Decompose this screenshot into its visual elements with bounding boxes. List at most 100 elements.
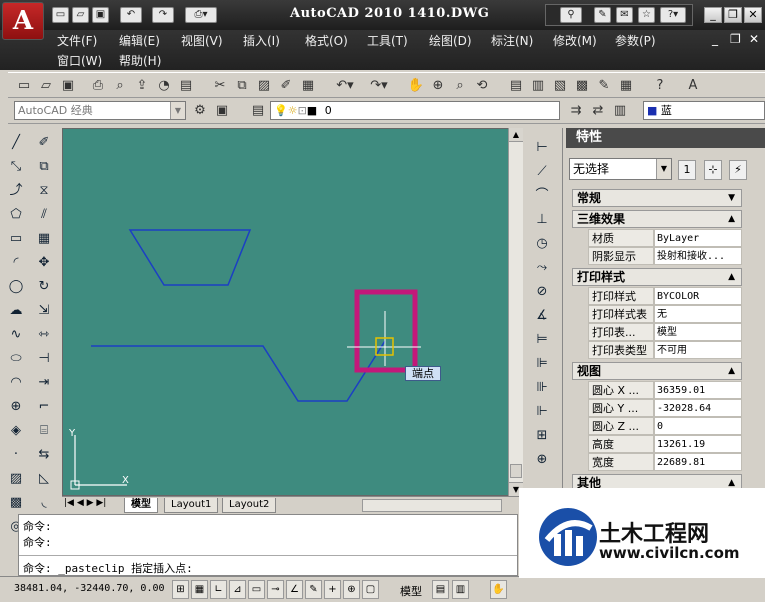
quick-select-icon[interactable]: ⚡ — [729, 160, 747, 180]
match-properties-icon[interactable]: ✐ — [276, 76, 296, 96]
continue-icon[interactable]: ⊪ — [532, 378, 552, 398]
prop-row-plot-style[interactable]: 打印样式 BYCOLOR — [588, 287, 742, 305]
construction-line-icon[interactable]: ⤡ — [6, 157, 26, 177]
model-space-label[interactable]: 模型 — [400, 583, 422, 599]
make-current-layer-icon[interactable]: ⇉ — [566, 101, 586, 121]
command-prompt[interactable]: 命令: _pasteclip 指定插入点: — [23, 560, 193, 576]
doc-restore-button[interactable]: ❐ — [730, 32, 741, 46]
dynamic-input-icon[interactable]: ✎ — [305, 580, 322, 599]
quick-view-layouts-icon[interactable]: ▤ — [432, 580, 449, 599]
zoom-window-icon[interactable]: ⌕ — [450, 76, 470, 96]
fillet-icon[interactable]: ◟ — [34, 493, 54, 513]
drawing-canvas[interactable]: Y X 端点 — [62, 128, 523, 496]
undo-icon[interactable]: ↶ — [120, 7, 142, 23]
quickcalc-icon[interactable]: ▦ — [616, 76, 636, 96]
tolerance-icon[interactable]: ⊞ — [532, 426, 552, 446]
sheet-set-manager-icon[interactable]: ▩ — [572, 76, 592, 96]
quick-dimension-icon[interactable]: ⊨ — [532, 330, 552, 350]
make-block-icon[interactable]: ◈ — [6, 421, 26, 441]
scroll-thumb[interactable] — [510, 464, 522, 478]
key-icon[interactable]: ✎ — [594, 7, 611, 23]
horizontal-scrollbar[interactable] — [362, 499, 502, 512]
layer-properties-icon[interactable]: ▤ — [248, 101, 268, 121]
prop-row-plot-table-type[interactable]: 打印表类型 不可用 — [588, 341, 742, 359]
chamfer-icon[interactable]: ◺ — [34, 469, 54, 489]
redo-icon[interactable]: ↷ — [152, 7, 174, 23]
grid-display-icon[interactable]: ▦ — [191, 580, 208, 599]
menu-dimension[interactable]: 标注(N) — [491, 32, 533, 49]
help-icon[interactable]: ?▾ — [660, 7, 686, 23]
redo-toolbar-icon[interactable]: ↷▾ — [364, 76, 394, 96]
angular-icon[interactable]: ∡ — [532, 306, 552, 326]
quick-properties-icon[interactable]: ⊕ — [343, 580, 360, 599]
design-center-icon[interactable]: ▥ — [528, 76, 548, 96]
workspace-settings-icon[interactable]: ⚙ — [190, 101, 210, 121]
menu-parameters[interactable]: 参数(P) — [615, 32, 656, 49]
rotate-icon[interactable]: ↻ — [34, 277, 54, 297]
binoculars-icon[interactable]: ⚲ — [560, 7, 582, 23]
save-icon[interactable]: ▣ — [92, 7, 109, 23]
stretch-icon[interactable]: ⇿ — [34, 325, 54, 345]
ortho-mode-icon[interactable]: ∟ — [210, 580, 227, 599]
menu-window[interactable]: 窗口(W) — [57, 52, 102, 69]
menu-modify[interactable]: 修改(M) — [553, 32, 597, 49]
prop-row-center-y[interactable]: 圆心 Y ... -32028.64 — [588, 399, 742, 417]
extend-icon[interactable]: ⇥ — [34, 373, 54, 393]
jogged-icon[interactable]: ⤳ — [532, 258, 552, 278]
application-menu-button[interactable]: A — [2, 2, 44, 40]
3d-dwf-icon[interactable]: ◔ — [154, 76, 174, 96]
prop-row-material[interactable]: 材质 ByLayer — [588, 229, 742, 247]
command-window[interactable]: 命令: 命令: 命令: _pasteclip 指定插入点: — [18, 514, 518, 576]
copy-object-icon[interactable]: ⧉ — [34, 157, 54, 177]
hatch-icon[interactable]: ▨ — [6, 469, 26, 489]
mirror-icon[interactable]: ⧖ — [34, 181, 54, 201]
object-snap-icon[interactable]: ▭ — [248, 580, 265, 599]
baseline-icon[interactable]: ⊫ — [532, 354, 552, 374]
text-style-icon[interactable]: A — [683, 76, 703, 96]
copy-icon[interactable]: ⧉ — [232, 76, 252, 96]
paste-icon[interactable]: ▨ — [254, 76, 274, 96]
menu-file[interactable]: 文件(F) — [57, 32, 97, 49]
quick-view-drawings-icon[interactable]: ▥ — [452, 580, 469, 599]
array-icon[interactable]: ▦ — [34, 229, 54, 249]
close-button[interactable]: ✕ — [744, 7, 762, 23]
rectangle-icon[interactable]: ▭ — [6, 229, 26, 249]
section-3d-effects[interactable]: 三维效果 ▲ — [572, 210, 742, 228]
doc-close-button[interactable]: ✕ — [749, 32, 759, 46]
break-at-point-icon[interactable]: ⌐ — [34, 397, 54, 417]
cut-icon[interactable]: ✂ — [210, 76, 230, 96]
tool-palettes-icon[interactable]: ▧ — [550, 76, 570, 96]
diameter-icon[interactable]: ⊘ — [532, 282, 552, 302]
pan-icon[interactable]: ✋ — [406, 76, 426, 96]
ducs-icon[interactable]: ∠ — [286, 580, 303, 599]
radius-icon[interactable]: ◷ — [532, 234, 552, 254]
doc-minimize-button[interactable]: _ — [712, 32, 718, 46]
polar-tracking-icon[interactable]: ⊿ — [229, 580, 246, 599]
pan-status-icon[interactable]: ✋ — [490, 580, 507, 599]
scroll-up-arrow-icon[interactable]: ▲ — [509, 128, 523, 142]
print-icon[interactable]: ⎙ — [88, 76, 108, 96]
menu-help[interactable]: 帮助(H) — [119, 52, 161, 69]
center-mark-icon[interactable]: ⊕ — [532, 450, 552, 470]
point-icon[interactable]: · — [6, 445, 26, 465]
trim-icon[interactable]: ⊣ — [34, 349, 54, 369]
minimize-button[interactable]: _ — [704, 7, 722, 23]
prop-row-center-z[interactable]: 圆心 Z ... 0 — [588, 417, 742, 435]
section-general[interactable]: 常规 ▼ — [572, 189, 742, 207]
layer-dropdown[interactable]: 💡☼⊡■ 0 — [270, 101, 560, 120]
restore-button[interactable]: ❐ — [724, 7, 742, 23]
menu-tools[interactable]: 工具(T) — [367, 32, 408, 49]
zoom-previous-icon[interactable]: ⟲ — [472, 76, 492, 96]
arc-length-icon[interactable]: ⌒ — [532, 186, 552, 206]
communication-icon[interactable]: ✉ — [616, 7, 633, 23]
ellipse-arc-icon[interactable]: ◠ — [6, 373, 26, 393]
menu-format[interactable]: 格式(O) — [305, 32, 348, 49]
block-editor-icon[interactable]: ▦ — [298, 76, 318, 96]
trapezoid-shape[interactable] — [128, 229, 252, 286]
plot-preview-icon[interactable]: ⌕ — [110, 76, 130, 96]
spline-icon[interactable]: ∿ — [6, 325, 26, 345]
scale-icon[interactable]: ⇲ — [34, 301, 54, 321]
polyline-shape[interactable] — [91, 340, 386, 402]
tab-nav-arrows-icon[interactable]: |◀ ◀ ▶ ▶| — [64, 498, 106, 508]
sheet-set-icon[interactable]: ▤ — [176, 76, 196, 96]
